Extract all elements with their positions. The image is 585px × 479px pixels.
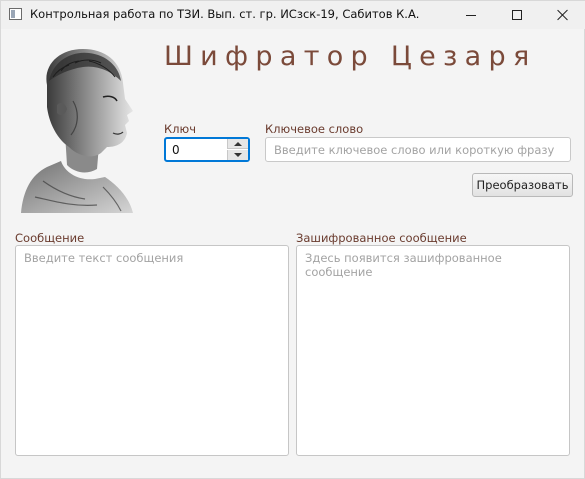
key-spinner[interactable] xyxy=(164,137,250,162)
key-input[interactable] xyxy=(166,139,226,160)
spinner-down-arrow-icon xyxy=(234,153,242,157)
convert-button[interactable]: Преобразовать xyxy=(472,173,573,197)
window-title: Контрольная работа по ТЗИ. Вып. ст. гр. … xyxy=(30,7,420,21)
maximize-icon xyxy=(512,10,522,20)
close-button[interactable] xyxy=(540,1,585,29)
key-label: Ключ xyxy=(164,122,196,136)
caesar-bust-portrait xyxy=(21,49,134,213)
spinner-up-arrow-icon xyxy=(234,141,242,146)
message-textarea[interactable] xyxy=(15,245,289,456)
app-window: Контрольная работа по ТЗИ. Вып. ст. гр. … xyxy=(0,0,585,479)
page-title: Шифратор Цезаря xyxy=(164,41,537,72)
key-decrement-button[interactable] xyxy=(227,150,248,160)
app-window-icon xyxy=(9,8,22,20)
keyword-input[interactable] xyxy=(265,137,571,162)
minimize-button[interactable] xyxy=(448,1,494,29)
message-label: Сообщение xyxy=(15,231,85,245)
keyword-label: Ключевое слово xyxy=(265,122,364,136)
minimize-icon xyxy=(466,14,476,16)
close-icon xyxy=(557,9,569,21)
encrypted-message-label: Зашифрованное сообщение xyxy=(296,231,467,245)
encrypted-message-textarea[interactable] xyxy=(296,245,570,456)
maximize-button[interactable] xyxy=(494,1,540,29)
title-bar[interactable]: Контрольная работа по ТЗИ. Вып. ст. гр. … xyxy=(1,1,585,29)
key-increment-button[interactable] xyxy=(227,139,248,149)
